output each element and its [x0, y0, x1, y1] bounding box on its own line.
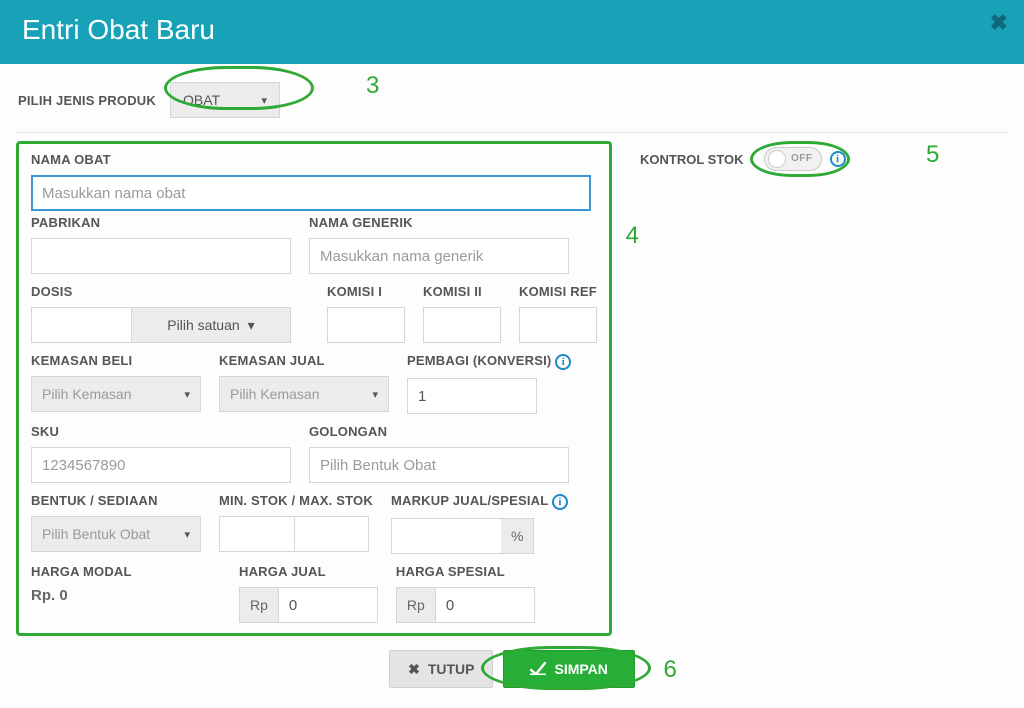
info-icon[interactable]: i	[552, 494, 568, 510]
komisiref-input[interactable]	[519, 307, 597, 343]
dosis-input[interactable]	[31, 307, 131, 343]
komisi1-input[interactable]	[327, 307, 405, 343]
pabrikan-input[interactable]	[31, 238, 291, 274]
markup-input[interactable]	[391, 518, 501, 554]
x-icon: ✖	[408, 661, 420, 678]
pembagi-input[interactable]	[407, 378, 537, 414]
left-panel: 4 NAMA OBAT PABRIKAN NAMA GENERIK	[16, 141, 612, 636]
markup-label: MARKUP JUAL/SPESIAL i	[391, 493, 568, 510]
kontrol-stok-row: KONTROL STOK OFF i 5	[640, 147, 1008, 171]
harga-jual-label: HARGA JUAL	[239, 564, 378, 579]
info-icon[interactable]: i	[555, 354, 571, 370]
bentuk-select[interactable]: Pilih Bentuk Obat ▾	[31, 516, 201, 552]
markup-group: %	[391, 518, 568, 554]
annotation-number-4: 4	[626, 222, 639, 250]
product-type-label: PILIH JENIS PRODUK	[18, 93, 156, 108]
modal-title: Entri Obat Baru	[22, 14, 215, 45]
caret-down-icon: ▾	[184, 388, 190, 401]
pabrikan-label: PABRIKAN	[31, 215, 291, 230]
toggle-text: OFF	[791, 153, 813, 164]
dosis-unit-placeholder: Pilih satuan	[167, 317, 239, 333]
harga-spesial-input[interactable]	[435, 587, 535, 623]
max-stok-input[interactable]	[294, 516, 369, 552]
komisi2-input[interactable]	[423, 307, 501, 343]
bentuk-label: BENTUK / SEDIAAN	[31, 493, 201, 508]
save-button-label: SIMPAN	[554, 661, 607, 677]
save-button[interactable]: SIMPAN	[503, 650, 634, 688]
bentuk-placeholder: Pilih Bentuk Obat	[42, 526, 150, 542]
harga-jual-input[interactable]	[278, 587, 378, 623]
close-button-label: TUTUP	[428, 661, 475, 677]
product-type-value: OBAT	[183, 92, 220, 108]
rp-prefix: Rp	[239, 587, 278, 623]
kontrol-stok-label: KONTROL STOK	[640, 152, 744, 167]
sku-label: SKU	[31, 424, 291, 439]
close-icon[interactable]: ✖	[990, 10, 1008, 36]
info-icon[interactable]: i	[830, 151, 846, 167]
komisi1-label: KOMISI I	[327, 284, 405, 299]
modal-body: PILIH JENIS PRODUK OBAT ▾ 3 4 NAMA OBAT	[0, 64, 1024, 698]
kemasan-jual-placeholder: Pilih Kemasan	[230, 386, 320, 402]
kemasan-jual-label: KEMASAN JUAL	[219, 353, 389, 368]
nama-generik-input[interactable]	[309, 238, 569, 274]
main-columns: 4 NAMA OBAT PABRIKAN NAMA GENERIK	[16, 133, 1008, 636]
caret-down-icon: ▾	[261, 94, 267, 107]
annotation-number-6: 6	[663, 656, 676, 684]
sku-input[interactable]	[31, 447, 291, 483]
nama-obat-input[interactable]	[31, 175, 591, 211]
komisiref-label: KOMISI REF	[519, 284, 597, 299]
dosis-label: DOSIS	[31, 284, 291, 299]
kemasan-beli-select[interactable]: Pilih Kemasan ▾	[31, 376, 201, 412]
product-type-select[interactable]: OBAT ▾	[170, 82, 280, 118]
pembagi-label: PEMBAGI (KONVERSI) i	[407, 353, 571, 370]
modal: Entri Obat Baru ✖ PILIH JENIS PRODUK OBA…	[0, 0, 1024, 698]
kemasan-beli-label: KEMASAN BELI	[31, 353, 201, 368]
caret-down-icon: ▾	[184, 528, 190, 541]
minmax-label: MIN. STOK / MAX. STOK	[219, 493, 373, 508]
kemasan-jual-select[interactable]: Pilih Kemasan ▾	[219, 376, 389, 412]
caret-down-icon: ▾	[248, 317, 255, 334]
harga-modal-value: Rp. 0	[31, 587, 221, 604]
harga-spesial-group: Rp	[396, 587, 535, 623]
minmax-group	[219, 516, 373, 552]
kontrol-stok-toggle[interactable]: OFF	[764, 147, 822, 171]
harga-jual-group: Rp	[239, 587, 378, 623]
right-panel: KONTROL STOK OFF i 5	[640, 141, 1008, 636]
golongan-label: GOLONGAN	[309, 424, 569, 439]
save-icon	[530, 661, 546, 678]
dosis-unit-select[interactable]: Pilih satuan ▾	[131, 307, 291, 343]
rp-prefix: Rp	[396, 587, 435, 623]
golongan-select[interactable]	[309, 447, 569, 483]
product-type-row: PILIH JENIS PRODUK OBAT ▾ 3	[16, 74, 1008, 133]
close-button[interactable]: ✖ TUTUP	[389, 650, 493, 688]
annotation-number-5: 5	[926, 141, 939, 169]
nama-generik-label: NAMA GENERIK	[309, 215, 569, 230]
komisi2-label: KOMISI II	[423, 284, 501, 299]
min-stok-input[interactable]	[219, 516, 294, 552]
percent-suffix: %	[501, 518, 534, 554]
toggle-knob	[768, 150, 786, 168]
harga-spesial-label: HARGA SPESIAL	[396, 564, 535, 579]
modal-header: Entri Obat Baru ✖	[0, 0, 1024, 64]
annotation-number-3: 3	[366, 72, 379, 100]
nama-obat-label: NAMA OBAT	[31, 152, 597, 167]
kemasan-beli-placeholder: Pilih Kemasan	[42, 386, 132, 402]
modal-footer: ✖ TUTUP SIMPAN 6	[16, 636, 1008, 698]
caret-down-icon: ▾	[372, 388, 378, 401]
harga-modal-label: HARGA MODAL	[31, 564, 221, 579]
